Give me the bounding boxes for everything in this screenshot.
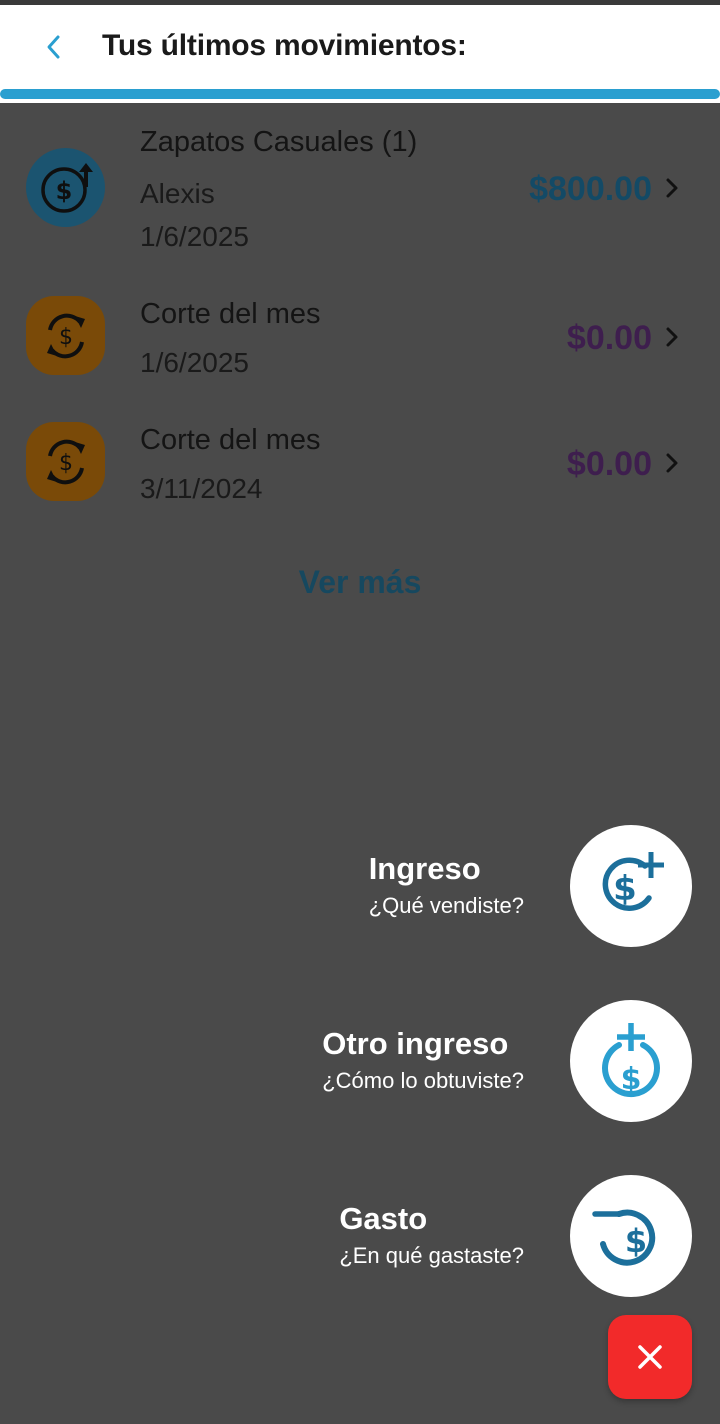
fab-option-label: Ingreso [368, 851, 481, 886]
transaction-row[interactable]: $ Corte del mes 3/11/2024 $0.00 [0, 416, 720, 526]
dollar-plus-icon: $ [602, 852, 664, 911]
chevron-right-icon [666, 453, 678, 473]
transaction-amount: $800.00 [529, 170, 652, 208]
chevron-right-icon [666, 327, 678, 347]
ingreso-button[interactable]: $ [570, 825, 692, 947]
svg-text:$: $ [59, 451, 73, 476]
transaction-title: Corte del mes [140, 424, 321, 456]
fab-option-description: ¿En qué gastaste? [339, 1243, 524, 1268]
transaction-title: Zapatos Casuales (1) [140, 126, 418, 158]
fab-option-gasto[interactable]: Gasto ¿En qué gastaste? $ [192, 1175, 692, 1297]
chevron-right-icon [666, 178, 678, 198]
transaction-date: 1/6/2025 [140, 347, 249, 378]
transaction-date: 1/6/2025 [140, 221, 249, 252]
transaction-row[interactable]: $ Zapatos Casuales (1) Alexis 1/6/2025 $… [0, 118, 720, 268]
cycle-dollar-icon: $ [26, 296, 105, 375]
fab-option-label: Otro ingreso [322, 1026, 509, 1061]
income-dollar-icon: $ [26, 148, 105, 227]
close-menu-button[interactable] [608, 1315, 692, 1399]
dollar-up-plus-icon: $ [602, 1023, 660, 1097]
transaction-amount: $0.00 [566, 445, 652, 483]
transaction-row[interactable]: $ Corte del mes 1/6/2025 $0.00 [0, 290, 720, 400]
svg-text:$: $ [59, 325, 73, 350]
transaction-amount: $0.00 [566, 319, 652, 357]
svg-text:$: $ [613, 869, 637, 909]
fab-option-description: ¿Qué vendiste? [368, 893, 524, 918]
transaction-person: Alexis [140, 178, 215, 209]
svg-text:$: $ [55, 177, 72, 205]
svg-text:$: $ [625, 1222, 647, 1260]
svg-text:$: $ [621, 1062, 642, 1097]
close-icon [638, 1345, 662, 1369]
transaction-date: 3/11/2024 [140, 473, 263, 504]
cycle-dollar-icon: $ [26, 422, 105, 501]
fab-option-description: ¿Cómo lo obtuviste? [322, 1068, 524, 1093]
fab-option-ingreso[interactable]: Ingreso ¿Qué vendiste? $ [192, 825, 692, 947]
fab-option-label: Gasto [339, 1201, 428, 1236]
dollar-minus-icon: $ [592, 1209, 656, 1266]
otro-ingreso-button[interactable]: $ [570, 1000, 692, 1122]
fab-option-otro-ingreso[interactable]: Otro ingreso ¿Cómo lo obtuviste? $ [192, 1000, 692, 1122]
gasto-button[interactable]: $ [570, 1175, 692, 1297]
transaction-title: Corte del mes [140, 298, 321, 330]
see-more-link[interactable]: Ver más [0, 564, 720, 601]
